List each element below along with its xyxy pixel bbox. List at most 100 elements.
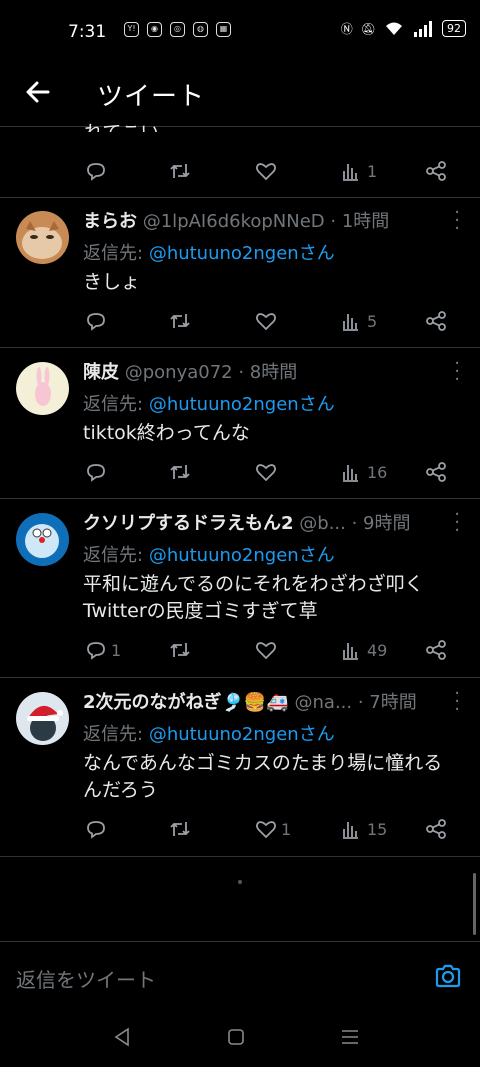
reply-account-link[interactable]: @hutuuno2ngenさん bbox=[149, 243, 335, 264]
yahoo-icon: Y! bbox=[124, 22, 139, 37]
rabbit-drawing-avatar-icon bbox=[16, 362, 69, 415]
nav-back-icon[interactable] bbox=[110, 1025, 134, 1049]
like-button[interactable] bbox=[254, 158, 278, 184]
tweet-item[interactable]: クソリプするドラえもん2 @b... · 9時間 · · · 返信先: @hutuu… bbox=[0, 499, 480, 678]
tweet-header: クソリプするドラえもん2 @b... · 9時間 bbox=[83, 509, 440, 535]
share-button[interactable] bbox=[424, 459, 448, 485]
views-button[interactable]: 49 bbox=[340, 637, 387, 663]
tweet-time: · 7時間 bbox=[357, 692, 417, 713]
reply-account-link[interactable]: @hutuuno2ngenさん bbox=[149, 724, 335, 745]
retweet-button[interactable] bbox=[168, 459, 192, 485]
reply-input[interactable]: 返信をツイート bbox=[16, 964, 156, 993]
display-name[interactable]: 2次元のながねぎ🎐🍔🚑 bbox=[83, 692, 289, 713]
like-button[interactable] bbox=[254, 459, 281, 485]
notification-icons: Y! ◉ ◎ ◍ ▦ bbox=[124, 22, 231, 37]
reply-button[interactable] bbox=[84, 158, 108, 184]
views-count: 5 bbox=[367, 311, 378, 331]
reply-prefix: 返信先: bbox=[83, 243, 144, 264]
tweet-item[interactable]: 2次元のながねぎ🎐🍔🚑 @na... · 7時間 · · · 返信先: @hutuu… bbox=[0, 678, 480, 857]
user-handle[interactable]: @na... bbox=[295, 692, 353, 713]
views-chart-icon bbox=[343, 465, 358, 482]
tweet-header: 陳皮 @ponya072 · 8時間 bbox=[83, 358, 440, 384]
reply-compose-bar[interactable]: 返信をツイート bbox=[0, 941, 480, 1004]
line-icon: ◉ bbox=[147, 22, 162, 37]
reply-to-line: 返信先: @hutuuno2ngenさん bbox=[83, 541, 335, 567]
like-button[interactable] bbox=[254, 308, 281, 334]
views-button[interactable]: 1 bbox=[340, 158, 377, 184]
like-button[interactable] bbox=[254, 637, 281, 663]
reply-to-line: 返信先: @hutuuno2ngenさん bbox=[83, 720, 335, 746]
chrome-icon: ◍ bbox=[193, 22, 208, 37]
retweet-icon bbox=[170, 643, 190, 657]
reply-to-line: 返信先: @hutuuno2ngenさん bbox=[83, 239, 335, 265]
retweet-button[interactable] bbox=[168, 637, 192, 663]
views-chart-icon bbox=[343, 643, 358, 660]
tweet-item[interactable]: 陳皮 @ponya072 · 8時間 · · · 返信先: @hutuuno2nge… bbox=[0, 348, 480, 499]
retweet-button[interactable] bbox=[168, 816, 192, 842]
user-handle[interactable]: @b... bbox=[299, 513, 346, 534]
views-button[interactable]: 16 bbox=[340, 459, 387, 485]
status-bar: 7:31 Y! ◉ ◎ ◍ ▦ Ⓝ 🔕︎ 92 bbox=[0, 0, 480, 62]
avatar[interactable] bbox=[16, 513, 69, 566]
tweet-actions: 16 bbox=[84, 459, 460, 485]
views-count: 16 bbox=[367, 462, 388, 482]
user-handle[interactable]: @1lpAI6d6kopNNeD bbox=[143, 211, 325, 232]
views-button[interactable]: 5 bbox=[340, 308, 377, 334]
display-name[interactable]: 陳皮 bbox=[83, 362, 119, 383]
mute-icon: 🔕︎ bbox=[360, 21, 376, 36]
reply-button[interactable] bbox=[84, 308, 111, 334]
tweet-text: きしょ bbox=[83, 269, 464, 296]
scrollbar[interactable] bbox=[473, 873, 476, 935]
more-options-icon[interactable]: · · · bbox=[454, 506, 460, 540]
camera-icon[interactable] bbox=[434, 962, 462, 990]
retweet-icon bbox=[170, 164, 190, 178]
avatar[interactable] bbox=[16, 211, 69, 264]
reply-account-link[interactable]: @hutuuno2ngenさん bbox=[149, 545, 335, 566]
system-navigation-bar bbox=[0, 1003, 480, 1067]
share-button[interactable] bbox=[424, 308, 448, 334]
santa-hat-avatar-icon bbox=[16, 692, 69, 745]
tweet-actions: 1 bbox=[84, 158, 460, 184]
more-options-icon[interactable]: · · · bbox=[454, 204, 460, 238]
tweet-text: 平和に遊んでるのにそれをわざわざ叩く Twitterの民度ゴミすぎて草 bbox=[83, 571, 464, 625]
more-options-icon[interactable]: · · · bbox=[454, 355, 460, 389]
reply-button[interactable] bbox=[84, 816, 111, 842]
more-options-icon[interactable]: · · · bbox=[454, 685, 460, 719]
like-button[interactable]: 1 bbox=[254, 816, 291, 842]
heart-icon bbox=[255, 642, 277, 660]
reply-prefix: 返信先: bbox=[83, 545, 144, 566]
cat-avatar-icon bbox=[16, 211, 69, 264]
tweet-text-line: tiktok終わってんな bbox=[83, 422, 250, 444]
retweet-button[interactable] bbox=[168, 308, 192, 334]
avatar[interactable] bbox=[16, 692, 69, 745]
reply-prefix: 返信先: bbox=[83, 724, 144, 745]
heart-icon bbox=[255, 464, 277, 482]
tweet-text: tiktok終わってんな bbox=[83, 420, 464, 447]
views-chart-icon bbox=[343, 822, 358, 839]
nav-menu-icon[interactable] bbox=[338, 1025, 362, 1049]
tweet-time: · 8時間 bbox=[238, 362, 298, 383]
share-button[interactable] bbox=[424, 816, 448, 842]
reply-button[interactable] bbox=[84, 459, 111, 485]
display-name[interactable]: クソリプするドラえもん2 bbox=[83, 513, 294, 534]
reply-to-line: 返信先: @hutuuno2ngenさん bbox=[83, 390, 335, 416]
share-icon bbox=[426, 462, 446, 482]
share-button[interactable] bbox=[424, 158, 448, 184]
avatar[interactable] bbox=[16, 362, 69, 415]
share-button[interactable] bbox=[424, 637, 448, 663]
back-arrow-icon[interactable] bbox=[22, 76, 54, 108]
reply-account-link[interactable]: @hutuuno2ngenさん bbox=[149, 394, 335, 415]
nav-home-icon[interactable] bbox=[224, 1025, 248, 1049]
display-name[interactable]: まらお bbox=[83, 211, 137, 232]
views-chart-icon bbox=[343, 314, 358, 331]
previous-tweet-partial[interactable]: れてこい 1 bbox=[0, 122, 480, 198]
views-button[interactable]: 15 bbox=[340, 816, 387, 842]
user-handle[interactable]: @ponya072 bbox=[125, 362, 233, 383]
top-bar: ツイート bbox=[0, 62, 480, 126]
tweet-text-line: きしょ bbox=[83, 271, 141, 293]
tweet-item[interactable]: まらお @1lpAI6d6kopNNeD · 1時間 · · · 返信先: @hut… bbox=[0, 197, 480, 348]
retweet-button[interactable] bbox=[168, 158, 192, 184]
tweet-actions: 5 bbox=[84, 308, 460, 334]
reply-button[interactable]: 1 bbox=[84, 637, 121, 663]
reply-icon bbox=[87, 642, 105, 660]
